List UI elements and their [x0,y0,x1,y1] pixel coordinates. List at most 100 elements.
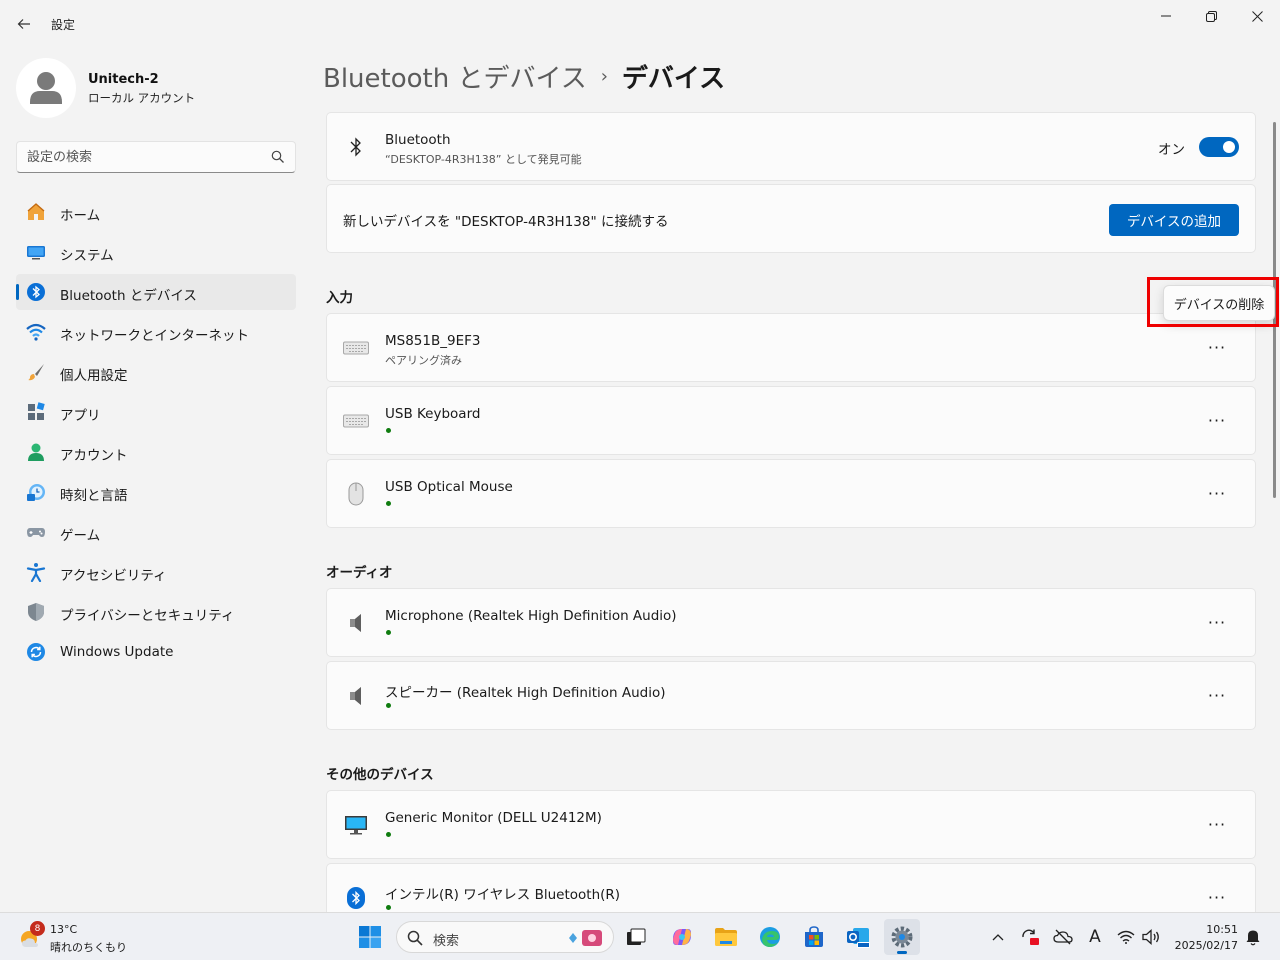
add-device-text: 新しいデバイスを "DESKTOP-4R3H138" に接続する [343,214,669,230]
more-options-button[interactable]: ··· [1203,684,1231,708]
more-options-button[interactable]: ··· [1203,813,1231,837]
device-row[interactable]: MS851B_9EF3 ペアリング済み ··· [326,313,1256,382]
close-button[interactable] [1234,0,1280,32]
file-explorer-icon [715,928,737,946]
title-bar: 設定 [0,0,1280,46]
section-title-input: 入力 [326,290,353,306]
sidebar-item-home[interactable]: ホーム [16,194,296,230]
connected-status-dot [386,630,391,635]
task-view-button[interactable] [618,919,654,955]
chevron-right-icon: › [600,65,608,87]
sidebar-item-label: Bluetooth とデバイス [60,288,197,304]
device-row[interactable]: スピーカー (Realtek High Definition Audio) ··… [326,661,1256,730]
page-title: デバイス [621,63,726,94]
cloud-off-icon[interactable] [1053,927,1073,947]
device-name: スピーカー (Realtek High Definition Audio) [385,685,666,701]
device-row[interactable]: Generic Monitor (DELL U2412M) ··· [326,790,1256,859]
sync-icon[interactable] [1020,927,1040,947]
accessibility-icon [26,562,46,582]
bluetooth-icon [343,134,369,160]
restore-button[interactable] [1188,0,1234,32]
add-device-button[interactable]: デバイスの追加 [1109,204,1239,236]
bell-icon[interactable] [1243,927,1263,947]
sidebar-item-label: Windows Update [60,644,174,660]
sidebar-item-label: ゲーム [60,528,101,544]
weather-temp: 13°C [50,923,78,936]
more-options-button[interactable]: ··· [1203,336,1231,360]
sidebar-item-time-language[interactable]: 時刻と言語 [16,474,296,510]
sidebar-item-privacy-security[interactable]: プライバシーとセキュリティ [16,594,296,630]
wifi-icon[interactable] [1116,927,1136,947]
more-options-button[interactable]: ··· [1203,611,1231,635]
sidebar-item-accounts[interactable]: アカウント [16,434,296,470]
device-name: USB Optical Mouse [385,479,513,495]
account-icon [26,442,46,462]
breadcrumb: Bluetooth とデバイス › デバイス [323,58,725,94]
section-title-audio: オーディオ [326,565,393,581]
settings-search-input[interactable] [27,148,267,166]
taskbar: 8 13°C 晴れのちくもり 検索 A 10:51 2025/02/17 [0,912,1280,960]
copilot-button[interactable] [664,919,700,955]
clock-time[interactable]: 10:51 [1190,923,1238,936]
bluetooth-card: Bluetooth “DESKTOP-4R3H138” として発見可能 オン [326,112,1256,181]
sidebar-item-label: ネットワークとインターネット [60,328,249,344]
back-button[interactable] [12,12,36,36]
sidebar-item-accessibility[interactable]: アクセシビリティ [16,554,296,590]
bluetooth-toggle[interactable] [1199,137,1239,157]
more-options-button[interactable]: ··· [1203,886,1231,910]
task-view-icon [627,928,646,945]
device-row[interactable]: USB Optical Mouse ··· [326,459,1256,528]
sidebar-item-label: アカウント [60,448,128,464]
weather-widget[interactable]: 8 13°C 晴れのちくもり [18,921,128,955]
start-button[interactable] [352,919,388,955]
settings-search-box[interactable] [16,141,296,173]
sidebar-item-personalization[interactable]: 個人用設定 [16,354,296,390]
volume-icon[interactable] [1141,927,1161,947]
arrow-left-icon [17,19,30,29]
search-highlight-icon [569,930,602,946]
device-row[interactable]: USB Keyboard ··· [326,386,1256,455]
outlook-icon [847,928,870,948]
restore-icon [1205,10,1217,22]
weather-badge: 8 [30,921,45,936]
sidebar-item-windows-update[interactable]: Windows Update [16,634,296,670]
app-title: 設定 [51,18,76,32]
sidebar-item-label: 時刻と言語 [60,488,128,504]
breadcrumb-parent[interactable]: Bluetooth とデバイス [323,58,587,95]
section-title-other: その他のデバイス [326,767,434,783]
sidebar-item-label: システム [60,248,114,264]
sidebar-item-label: 個人用設定 [60,368,128,384]
device-row[interactable]: Microphone (Realtek High Definition Audi… [326,588,1256,657]
sidebar-item-gaming[interactable]: ゲーム [16,514,296,550]
sidebar-item-bluetooth-devices[interactable]: Bluetooth とデバイス [16,274,296,310]
apps-icon [26,402,46,422]
sidebar-item-system[interactable]: システム [16,234,296,270]
settings-icon [891,926,913,948]
speaker-icon [343,683,369,709]
outlook-button[interactable] [840,919,876,955]
ime-icon[interactable]: A [1085,927,1105,947]
settings-taskbar-button[interactable] [884,919,920,955]
user-icon [30,72,62,104]
more-options-button[interactable]: ··· [1203,482,1231,506]
device-name: Generic Monitor (DELL U2412M) [385,810,602,826]
chevron-up-icon[interactable] [988,927,1008,947]
home-icon [26,202,46,222]
device-name: Microphone (Realtek High Definition Audi… [385,608,677,624]
bluetooth-toggle-label: オン [1158,142,1185,158]
store-button[interactable] [796,919,832,955]
sidebar-item-network[interactable]: ネットワークとインターネット [16,314,296,350]
edge-button[interactable] [752,919,788,955]
sidebar-item-label: アプリ [60,408,101,424]
clock-date[interactable]: 2025/02/17 [1170,939,1238,952]
sidebar-item-apps[interactable]: アプリ [16,394,296,430]
highlight-annotation [1147,277,1279,327]
start-icon [359,926,381,948]
bluetooth-subtitle: “DESKTOP-4R3H138” として発見可能 [385,153,582,166]
more-options-button[interactable]: ··· [1203,409,1231,433]
avatar[interactable] [16,58,76,118]
file-explorer-button[interactable] [708,919,744,955]
minimize-button[interactable] [1143,0,1189,32]
search-icon[interactable] [271,150,285,164]
taskbar-search[interactable]: 検索 [396,921,614,953]
